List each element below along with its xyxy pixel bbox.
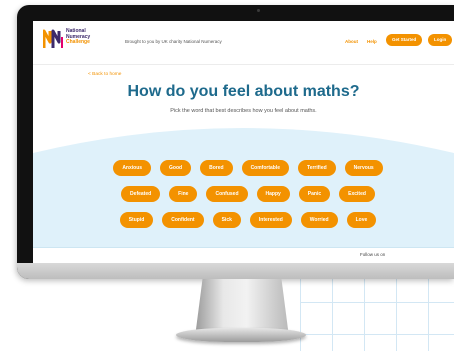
choice-stupid-button[interactable]: Stupid — [119, 212, 154, 228]
feeling-choices: Anxious Good Bored Comfortable Terrified… — [113, 160, 383, 238]
choice-bored-button[interactable]: Bored — [200, 160, 233, 176]
follow-us-label: Follow us on — [360, 252, 386, 257]
choice-panic-button[interactable]: Panic — [298, 186, 331, 202]
background-grid — [300, 270, 454, 351]
back-to-home-link[interactable]: < Back to home — [88, 72, 121, 77]
choice-row: Stupid Confident Sick Interested Worried… — [113, 212, 383, 228]
choice-anxious-button[interactable]: Anxious — [113, 160, 152, 176]
logo-line-3: Challenge — [66, 39, 90, 46]
choice-confident-button[interactable]: Confident — [162, 212, 204, 228]
header-tagline: Brought to you by UK charity National Nu… — [125, 39, 222, 44]
nav-help-link[interactable]: Help — [367, 39, 377, 44]
monitor-base — [176, 328, 306, 342]
page-subtitle: Pick the word that best describes how yo… — [170, 108, 317, 114]
monitor: National Numeracy Challenge Brought to y… — [17, 5, 454, 279]
choice-happy-button[interactable]: Happy — [256, 186, 290, 202]
choice-defeated-button[interactable]: Defeated — [121, 186, 161, 202]
choice-excited-button[interactable]: Excited — [339, 186, 375, 202]
page-footer: Follow us on — [33, 247, 454, 263]
choice-fine-button[interactable]: Fine — [169, 186, 198, 202]
choice-love-button[interactable]: Love — [346, 212, 377, 228]
choice-good-button[interactable]: Good — [160, 160, 192, 176]
choice-sick-button[interactable]: Sick — [212, 212, 241, 228]
choice-row: Defeated Fine Confused Happy Panic Excit… — [113, 186, 383, 202]
choice-terrified-button[interactable]: Terrified — [298, 160, 336, 176]
logo-text: National Numeracy Challenge — [66, 28, 114, 46]
webcam — [257, 9, 260, 12]
monitor-chin — [17, 263, 454, 279]
nav-about-link[interactable]: About — [345, 39, 358, 44]
choice-worried-button[interactable]: Worried — [300, 212, 338, 228]
get-started-button[interactable]: Get Started — [386, 34, 423, 46]
site-header: National Numeracy Challenge Brought to y… — [33, 21, 454, 65]
choice-interested-button[interactable]: Interested — [249, 212, 292, 228]
choice-row: Anxious Good Bored Comfortable Terrified… — [113, 160, 383, 176]
login-button[interactable]: Login — [428, 34, 453, 46]
national-numeracy-logo-icon[interactable] — [43, 29, 65, 49]
choice-nervous-button[interactable]: Nervous — [344, 160, 383, 176]
screen: National Numeracy Challenge Brought to y… — [33, 21, 454, 263]
choice-comfortable-button[interactable]: Comfortable — [241, 160, 290, 176]
page-title: How do you feel about maths? — [127, 83, 360, 100]
choice-confused-button[interactable]: Confused — [206, 186, 248, 202]
